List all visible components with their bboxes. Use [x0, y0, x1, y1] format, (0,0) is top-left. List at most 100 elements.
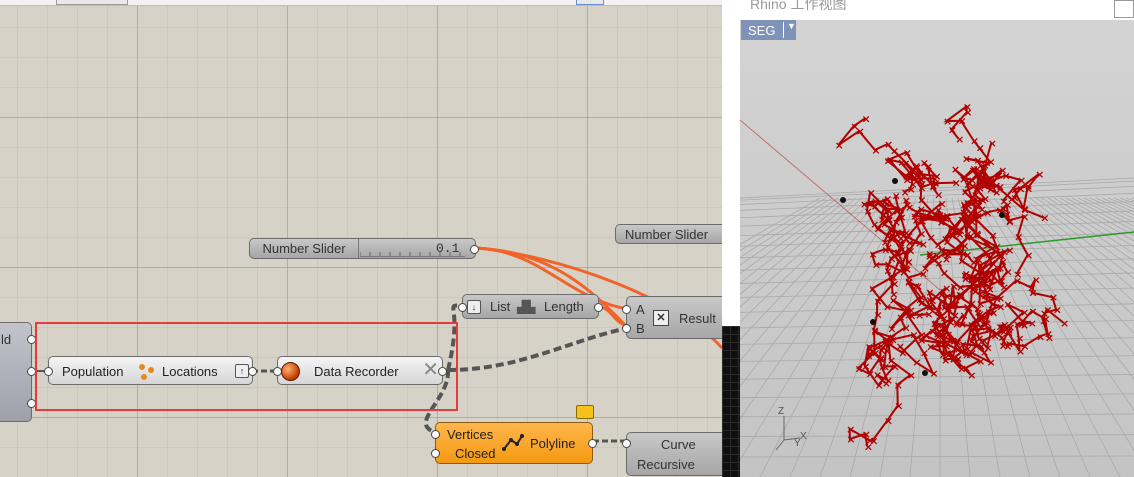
vertices-input-label: Vertices [447, 427, 494, 442]
point-marker-icon: × [1032, 274, 1041, 287]
viewport-name-button[interactable]: SEG ▼ [741, 20, 796, 40]
point-marker-icon: × [956, 291, 965, 304]
warning-balloon-icon[interactable] [576, 405, 594, 419]
point-marker-icon: × [874, 309, 883, 322]
number-slider[interactable]: Number Slider 0.1 [249, 238, 479, 259]
point-marker-icon: × [917, 181, 926, 194]
point-marker-icon: × [942, 282, 951, 295]
slider-output-port[interactable] [470, 245, 479, 254]
polyline-component[interactable]: Vertices Closed Polyline [431, 422, 597, 464]
point-marker-icon: × [1053, 304, 1062, 317]
point-marker-icon: × [868, 283, 877, 296]
point-marker-icon: × [871, 144, 880, 157]
point-marker-icon: × [884, 414, 893, 427]
point-marker-icon: × [1020, 340, 1029, 353]
point-marker-icon: × [1028, 317, 1037, 330]
point-marker-icon: × [917, 334, 926, 347]
viewport-name-label: SEG [748, 22, 776, 38]
point-marker-icon: × [907, 369, 916, 382]
curve-component[interactable]: Curve Recursive [622, 432, 722, 476]
slider-value: 0.1 [436, 241, 460, 256]
axis-z-label: Z [778, 406, 784, 417]
output-port[interactable] [588, 439, 597, 448]
point-marker-icon: × [925, 250, 934, 263]
point-marker-icon: × [988, 137, 997, 150]
point-marker-icon: × [958, 318, 967, 331]
input-a-label: A [636, 302, 645, 317]
point-marker-icon: × [885, 336, 894, 349]
point-marker-icon: × [862, 428, 871, 441]
point-marker-icon: × [870, 218, 879, 231]
wire-recorder-to-result [447, 326, 629, 372]
point-marker-icon: × [985, 265, 994, 278]
point-marker-icon: × [903, 146, 912, 159]
point-marker-icon: × [904, 309, 913, 322]
point-marker-icon: × [996, 180, 1005, 193]
agent-position-dot [840, 197, 846, 203]
input-port-vertices[interactable] [431, 430, 440, 439]
number-slider-2-label: Number Slider [625, 227, 709, 242]
point-marker-icon: × [850, 120, 859, 133]
point-marker-icon: × [1005, 214, 1014, 227]
rhino-viewport-window: Rhino 工作视图 × × × × × × × × × × × × × × × × × × × × × × × × × × × × ×… [740, 0, 1134, 477]
selection-rectangle [35, 322, 458, 411]
point-marker-icon: × [894, 379, 903, 392]
point-marker-icon: × [905, 230, 914, 243]
input-port-b[interactable] [622, 324, 631, 333]
agent-position-dot [922, 370, 928, 376]
point-marker-icon: × [934, 210, 943, 223]
agent-position-dot [999, 212, 1005, 218]
point-marker-icon: × [864, 441, 873, 454]
point-marker-icon: × [942, 253, 951, 266]
point-marker-icon: × [982, 157, 991, 170]
viewport-title: Rhino 工作视图 [750, 0, 847, 12]
point-marker-icon: × [1024, 180, 1033, 193]
point-marker-icon: × [867, 186, 876, 199]
point-marker-icon: × [944, 299, 953, 312]
point-marker-icon: × [1040, 212, 1049, 225]
point-marker-icon: × [938, 328, 947, 341]
left-component-partial[interactable]: ld [0, 322, 36, 422]
point-marker-icon: × [917, 193, 926, 206]
input-port[interactable] [458, 303, 467, 312]
point-marker-icon: × [943, 347, 952, 360]
number-slider-2[interactable]: Number Slider [615, 224, 722, 244]
point-marker-icon: × [903, 171, 912, 184]
point-marker-icon: × [989, 306, 998, 319]
point-marker-icon: × [966, 229, 975, 242]
input-port-closed[interactable] [431, 449, 440, 458]
equality-component[interactable]: A B ✕ Result [622, 296, 722, 339]
point-marker-icon: × [915, 309, 924, 322]
point-marker-icon: × [987, 174, 996, 187]
input-port-curve[interactable] [622, 439, 631, 448]
point-marker-icon: × [993, 293, 1002, 306]
point-marker-icon: × [919, 267, 928, 280]
point-marker-icon: × [929, 179, 938, 192]
point-marker-icon: × [865, 340, 874, 353]
panel-divider-dark [722, 326, 740, 477]
point-marker-icon: × [917, 212, 926, 225]
point-marker-icon: × [948, 312, 957, 325]
point-marker-icon: × [951, 163, 960, 176]
viewport-area[interactable]: × × × × × × × × × × × × × × × × × × × × × × × × × × × × × × × × × × × × × × × ×… [740, 20, 1134, 477]
point-marker-icon: × [940, 267, 949, 280]
point-marker-icon: × [967, 324, 976, 337]
agent-position-dot [870, 319, 876, 325]
point-marker-icon: × [861, 360, 870, 373]
point-marker-icon: × [915, 167, 924, 180]
point-marker-icon: × [896, 203, 905, 216]
point-marker-icon: × [1005, 337, 1014, 350]
output-port[interactable] [594, 303, 603, 312]
point-marker-icon: × [928, 325, 937, 338]
equality-icon: ✕ [653, 310, 669, 326]
point-marker-icon: × [1010, 183, 1019, 196]
point-marker-icon: × [943, 210, 952, 223]
viewport-window-button[interactable] [1114, 0, 1134, 18]
input-port-a[interactable] [622, 305, 631, 314]
point-marker-icon: × [968, 216, 977, 229]
grasshopper-canvas[interactable]: ld Number Slider 0.1 Number Slider ↓ Lis… [0, 0, 722, 477]
point-marker-icon: × [997, 274, 1006, 287]
viewport-scene: × × × × × × × × × × × × × × × × × × × × × × × × × × × × × × × × × × × × × × × ×… [740, 101, 1134, 477]
point-marker-icon: × [977, 272, 986, 285]
list-length-component[interactable]: ↓ List ▟▙ Length [458, 294, 603, 319]
